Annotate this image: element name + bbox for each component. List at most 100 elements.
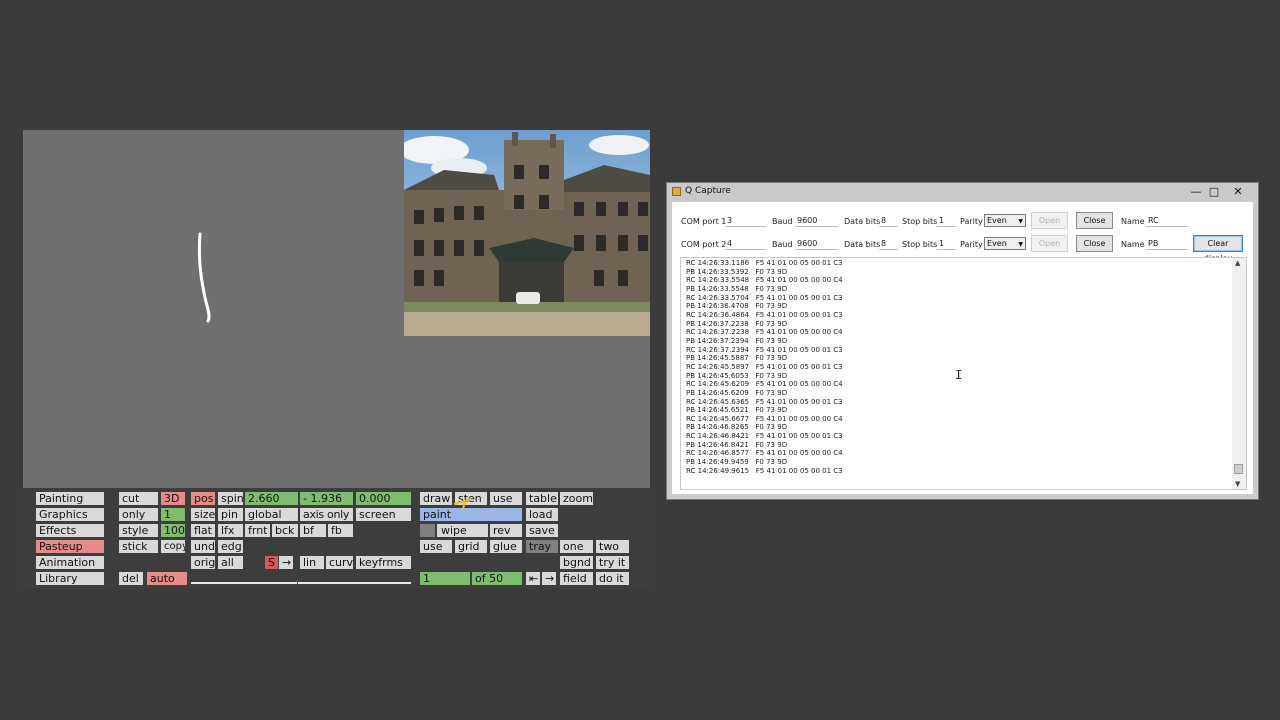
only-button[interactable]: only — [119, 508, 158, 521]
maximize-icon[interactable]: □ — [1204, 184, 1224, 199]
pos-button[interactable]: pos — [191, 492, 215, 505]
zoom-button[interactable]: zoom — [560, 492, 593, 505]
two-button[interactable]: two — [596, 540, 629, 553]
orig-button[interactable]: orig — [191, 556, 215, 569]
all-button[interactable]: all — [218, 556, 243, 569]
bgnd-button[interactable]: bgnd — [560, 556, 593, 569]
window-title: Q Capture — [685, 186, 731, 196]
name-1-field[interactable]: RC — [1146, 215, 1188, 227]
do-it-button[interactable]: do it — [596, 572, 629, 585]
frame-slider[interactable] — [191, 580, 411, 584]
baud-2-field[interactable]: 9600 — [795, 238, 838, 250]
copy-button[interactable]: copy — [161, 540, 185, 553]
try-it-button[interactable]: try it — [596, 556, 629, 569]
lin-button[interactable]: lin — [300, 556, 324, 569]
wipe-button[interactable]: wipe — [437, 524, 488, 537]
value-y[interactable]: - 1.936 — [300, 492, 353, 505]
close-1-button[interactable]: Close — [1076, 212, 1113, 229]
scroll-thumb[interactable] — [1234, 464, 1243, 474]
stop-bits-1-field[interactable]: 1 — [937, 215, 956, 227]
edg-button[interactable]: edg — [218, 540, 243, 553]
bck-button[interactable]: bck — [272, 524, 298, 537]
menu-painting[interactable]: Painting — [36, 492, 104, 505]
grid-button[interactable]: grid — [455, 540, 487, 553]
value-x[interactable]: 2.660 — [245, 492, 298, 505]
log-line: RC 14:26:45.6365 F5 41 01 00 05 00 01 C3 — [686, 397, 843, 406]
scroll-up-icon[interactable]: ▲ — [1235, 259, 1240, 267]
log-textarea[interactable]: RC 14:26:33.1186 F5 41 01 00 05 00 01 C3… — [680, 257, 1247, 490]
glue-button[interactable]: glue — [490, 540, 522, 553]
com-port-1-label: COM port 1 — [681, 217, 727, 226]
com-port-2-field[interactable]: 4 — [725, 238, 766, 250]
arrow-right-icon[interactable]: → — [279, 556, 293, 569]
size-button[interactable]: size — [191, 508, 215, 521]
minimize-icon[interactable]: — — [1186, 184, 1206, 199]
axis-only-button[interactable]: axis only — [300, 508, 353, 521]
open-2-button[interactable]: Open — [1031, 235, 1068, 252]
prev-frame-icon[interactable]: ⇤ — [526, 572, 540, 585]
global-button[interactable]: global — [245, 508, 298, 521]
s-button[interactable]: S — [265, 556, 278, 569]
value-z[interactable]: 0.000 — [356, 492, 411, 505]
del-button[interactable]: del — [119, 572, 143, 585]
baud-1-label: Baud — [772, 217, 793, 226]
style-button[interactable]: style — [119, 524, 158, 537]
load-button[interactable]: load — [526, 508, 558, 521]
parity-1-select[interactable]: Even ▼ — [984, 214, 1026, 227]
frnt-button[interactable]: frnt — [245, 524, 270, 537]
wipe-swatch[interactable] — [420, 524, 435, 537]
paint-stroke — [197, 232, 211, 323]
keyfrms-button[interactable]: keyfrms — [356, 556, 411, 569]
draw-button[interactable]: draw — [420, 492, 452, 505]
lfx-button[interactable]: lfx — [218, 524, 243, 537]
fb-button[interactable]: fb — [328, 524, 353, 537]
parity-2-select[interactable]: Even ▼ — [984, 237, 1026, 250]
clear-display-button[interactable]: Clear display — [1193, 235, 1243, 263]
cut-button[interactable]: cut — [119, 492, 158, 505]
open-1-button[interactable]: Open — [1031, 212, 1068, 229]
save-button[interactable]: save — [526, 524, 558, 537]
title-bar[interactable]: Q Capture — □ ✕ — [667, 183, 1258, 201]
style-value[interactable]: 100 — [161, 524, 185, 537]
menu-pasteup[interactable]: Pasteup — [36, 540, 104, 553]
use-button-2[interactable]: use — [420, 540, 452, 553]
menu-effects[interactable]: Effects — [36, 524, 104, 537]
data-bits-2-field[interactable]: 8 — [879, 238, 898, 250]
pin-button[interactable]: pin — [218, 508, 243, 521]
bf-button[interactable]: bf — [300, 524, 326, 537]
frame-number[interactable]: 1 — [420, 572, 470, 585]
stop-bits-1-label: Stop bits — [902, 217, 938, 226]
close-icon[interactable]: ✕ — [1228, 184, 1248, 199]
tray-button[interactable]: tray — [526, 540, 558, 553]
data-bits-1-field[interactable]: 8 — [879, 215, 898, 227]
close-2-button[interactable]: Close — [1076, 235, 1113, 252]
only-value[interactable]: 1 — [161, 508, 185, 521]
paint-canvas[interactable] — [23, 130, 650, 488]
screen-button[interactable]: screen — [356, 508, 411, 521]
field-button[interactable]: field — [560, 572, 593, 585]
und-button[interactable]: und — [191, 540, 215, 553]
parity-2-label: Parity — [960, 240, 983, 249]
data-bits-1-label: Data bits — [844, 217, 881, 226]
com-port-1-field[interactable]: 3 — [725, 215, 766, 227]
rev-button[interactable]: rev — [490, 524, 522, 537]
log-scrollbar[interactable]: ▲ ▼ — [1232, 258, 1246, 489]
table-button[interactable]: table — [526, 492, 558, 505]
log-line: PB 14:26:45.6521 F0 73 9D — [686, 406, 788, 415]
menu-animation[interactable]: Animation — [36, 556, 104, 569]
3d-button[interactable]: 3D — [161, 492, 185, 505]
one-button[interactable]: one — [560, 540, 593, 553]
stick-button[interactable]: stick — [119, 540, 158, 553]
name-2-field[interactable]: PB — [1146, 238, 1188, 250]
stop-bits-2-field[interactable]: 1 — [937, 238, 956, 250]
use-button[interactable]: use — [490, 492, 522, 505]
next-frame-icon[interactable]: → — [542, 572, 556, 585]
auto-button[interactable]: auto — [147, 572, 187, 585]
spin-button[interactable]: spin — [218, 492, 243, 505]
scroll-down-icon[interactable]: ▼ — [1235, 480, 1240, 488]
menu-library[interactable]: Library — [36, 572, 104, 585]
flat-button[interactable]: flat — [191, 524, 215, 537]
curv-button[interactable]: curv — [326, 556, 353, 569]
menu-graphics[interactable]: Graphics — [36, 508, 104, 521]
baud-1-field[interactable]: 9600 — [795, 215, 838, 227]
